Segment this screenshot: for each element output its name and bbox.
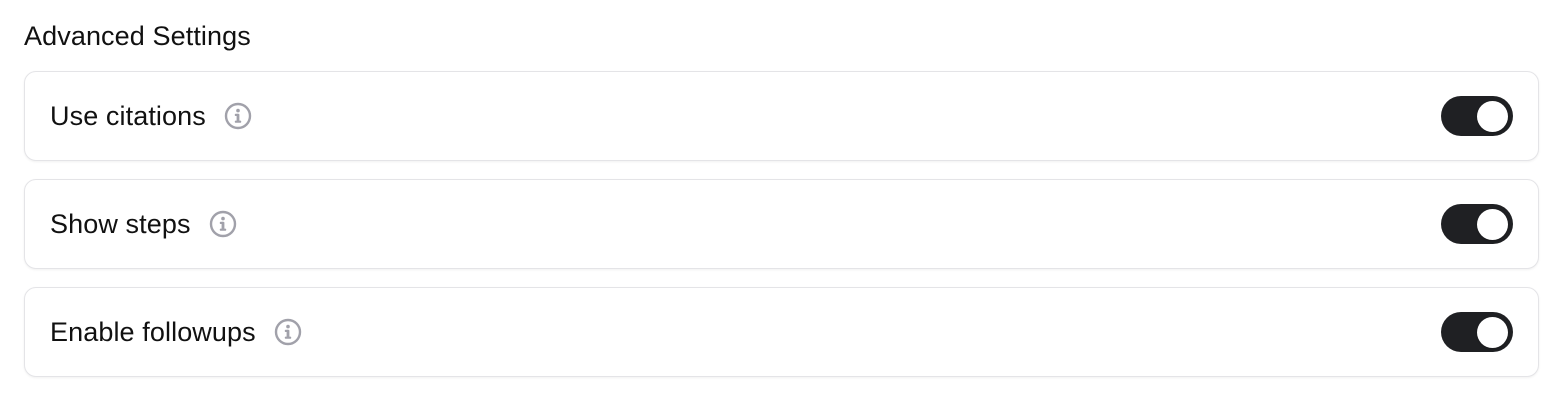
setting-row-use-citations: Use citations — [24, 71, 1539, 161]
advanced-settings-panel: Advanced Settings Use citations Show ste… — [24, 0, 1539, 395]
setting-label-enable-followups: Enable followups — [50, 316, 256, 347]
toggle-enable-followups[interactable] — [1441, 312, 1513, 352]
settings-list: Use citations Show steps Enable followup… — [24, 71, 1539, 377]
toggle-show-steps[interactable] — [1441, 204, 1513, 244]
toggle-use-citations[interactable] — [1441, 96, 1513, 136]
setting-label-show-steps: Show steps — [50, 208, 191, 239]
info-icon[interactable] — [209, 210, 237, 238]
section-title: Advanced Settings — [24, 21, 251, 51]
setting-row-show-steps: Show steps — [24, 179, 1539, 269]
setting-label-use-citations: Use citations — [50, 100, 206, 131]
setting-row-enable-followups: Enable followups — [24, 287, 1539, 377]
info-icon[interactable] — [274, 318, 302, 346]
info-icon[interactable] — [224, 102, 252, 130]
toggle-knob — [1477, 100, 1508, 132]
toggle-knob — [1477, 316, 1508, 348]
toggle-knob — [1477, 208, 1508, 240]
